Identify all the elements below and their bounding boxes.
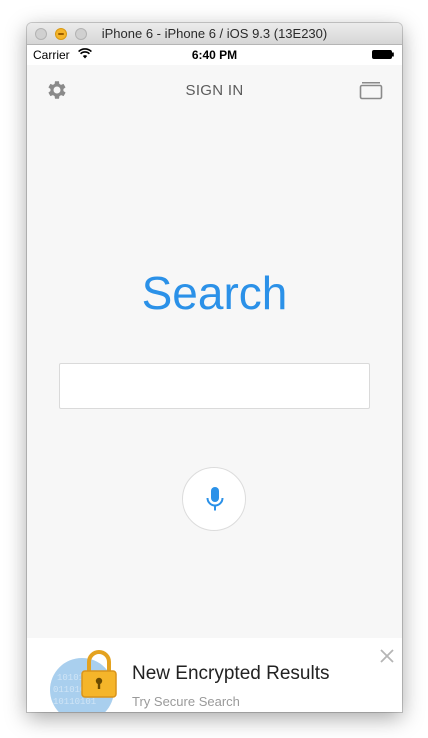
phone-screen: Carrier 6:40 PM SIGN IN Search 1010110 0… <box>27 45 402 712</box>
sign-in-button[interactable]: SIGN IN <box>186 82 244 99</box>
padlock-icon: 1010110 01101011 10110101 <box>50 650 117 712</box>
search-logo: Search <box>141 267 288 319</box>
search-input[interactable] <box>59 363 370 409</box>
sign-in-container: SIGN IN <box>27 82 402 99</box>
simulator-window: iPhone 6 - iPhone 6 / iOS 9.3 (13E230) C… <box>27 23 402 712</box>
close-icon[interactable] <box>379 648 395 664</box>
svg-text:10110101: 10110101 <box>53 697 96 707</box>
promo-title: New Encrypted Results <box>132 663 330 684</box>
tabs-icon[interactable] <box>359 79 383 101</box>
window-titlebar: iPhone 6 - iPhone 6 / iOS 9.3 (13E230) <box>27 23 402 45</box>
top-navigation: SIGN IN <box>27 65 402 115</box>
voice-search-button[interactable] <box>182 467 246 531</box>
window-title: iPhone 6 - iPhone 6 / iOS 9.3 (13E230) <box>101 26 328 41</box>
promo-banner[interactable]: 1010110 01101011 10110101 New Encrypted … <box>27 638 402 712</box>
status-bar: Carrier 6:40 PM <box>27 45 402 65</box>
battery-icon <box>372 50 394 59</box>
status-time: 6:40 PM <box>191 48 238 62</box>
promo-subtitle: Try Secure Search <box>132 694 240 709</box>
microphone-icon <box>206 487 224 511</box>
